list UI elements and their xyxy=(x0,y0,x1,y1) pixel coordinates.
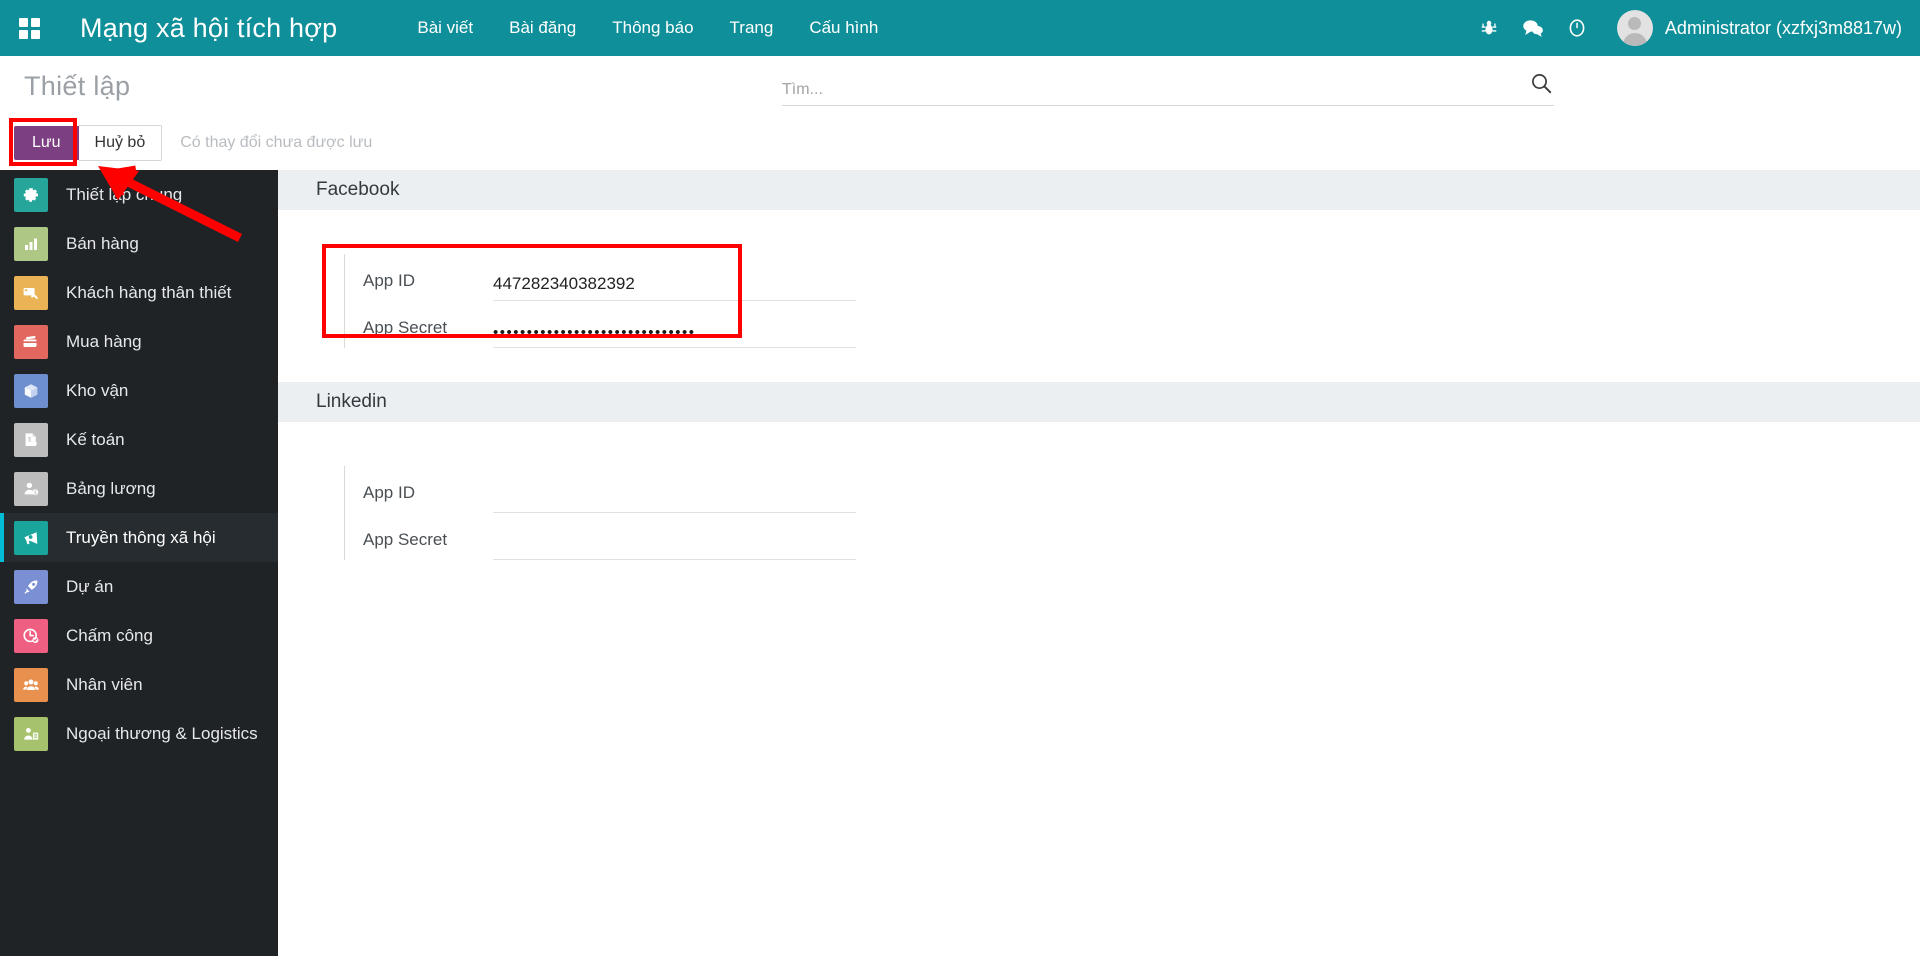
save-cancel-group: Lưu Huỷ bỏ xyxy=(14,125,163,161)
field-row-facebook-app-secret: App Secret •••••••••••••••••••••••••••••… xyxy=(344,301,856,348)
rocket-icon xyxy=(14,569,48,604)
masked-value: •••••••••••••••••••••••••••••• xyxy=(493,323,696,341)
sidebar-item-khach-hang-than-thiet[interactable]: Khách hàng thân thiết xyxy=(0,268,278,317)
sidebar-item-nhan-vien[interactable]: Nhân viên xyxy=(0,660,278,709)
sidebar-item-label: Bán hàng xyxy=(66,233,139,253)
sidebar: Thiết lập chung Bán hàng Khách hàng thân… xyxy=(0,170,278,956)
credit-card-icon xyxy=(14,324,48,359)
sidebar-item-label: Truyền thông xã hội xyxy=(66,527,216,547)
sidebar-item-thiet-lap-chung[interactable]: Thiết lập chung xyxy=(0,170,278,219)
worker-icon xyxy=(14,716,48,751)
save-button[interactable]: Lưu xyxy=(14,126,79,160)
sidebar-item-label: Ngoại thương & Logistics xyxy=(66,723,258,743)
sidebar-item-bang-luong[interactable]: $ Bảng lương xyxy=(0,464,278,513)
sidebar-item-label: Kế toán xyxy=(66,429,125,449)
cancel-button[interactable]: Huỷ bỏ xyxy=(78,125,163,161)
field-row-linkedin-app-id: App ID xyxy=(344,466,856,513)
main-navigation: Bài viết Bài đăng Thông báo Trang Cấu hì… xyxy=(399,0,896,56)
field-label: App Secret xyxy=(363,530,448,549)
page-title: Thiết lập xyxy=(24,70,131,101)
section-header-linkedin: Linkedin xyxy=(278,382,1920,422)
sidebar-item-label: Chấm công xyxy=(66,625,153,645)
sidebar-item-cham-cong[interactable]: Chấm công xyxy=(0,611,278,660)
sidebar-item-label: Kho vận xyxy=(66,380,129,400)
apps-grid-icon[interactable] xyxy=(0,0,58,56)
user-name-label: Administrator (xzfxj3m8817w) xyxy=(1664,17,1902,38)
people-icon xyxy=(14,667,48,702)
user-menu[interactable]: Administrator (xzfxj3m8817w) xyxy=(1616,10,1902,46)
sub-header: Thiết lập xyxy=(0,56,1920,116)
section-title: Facebook xyxy=(316,179,400,200)
sidebar-item-truyen-thong-xa-hoi[interactable]: Truyền thông xã hội xyxy=(0,513,278,562)
linkedin-fields: App ID App Secret xyxy=(278,422,1920,560)
sidebar-item-label: Khách hàng thân thiết xyxy=(66,282,232,302)
loyalty-card-icon xyxy=(14,275,48,310)
svg-text:$: $ xyxy=(34,490,37,496)
clock-icon[interactable] xyxy=(1555,0,1599,56)
facebook-app-secret-input[interactable]: •••••••••••••••••••••••••••••• xyxy=(493,318,856,348)
sidebar-item-label: Dự án xyxy=(66,576,114,596)
payroll-person-icon: $ xyxy=(14,471,48,506)
sidebar-item-mua-hang[interactable]: Mua hàng xyxy=(0,317,278,366)
sidebar-item-du-an[interactable]: Dự án xyxy=(0,562,278,611)
field-label: App ID xyxy=(363,483,415,502)
facebook-fields: App ID 447282340382392 App Secret ••••••… xyxy=(278,210,1920,348)
nav-bai-viet[interactable]: Bài viết xyxy=(399,0,491,56)
field-label: App Secret xyxy=(363,318,448,337)
section-title: Linkedin xyxy=(316,391,387,412)
chat-bubble-icon[interactable] xyxy=(1511,0,1555,56)
nav-bai-dang[interactable]: Bài đăng xyxy=(491,0,594,56)
sidebar-item-ke-toan[interactable]: $ Kế toán xyxy=(0,415,278,464)
sidebar-item-ban-hang[interactable]: Bán hàng xyxy=(0,219,278,268)
gear-icon xyxy=(14,177,48,212)
bug-icon[interactable] xyxy=(1467,0,1511,56)
header-actions: Administrator (xzfxj3m8817w) xyxy=(1467,0,1920,56)
clock-check-icon xyxy=(14,618,48,653)
linkedin-app-secret-input[interactable] xyxy=(493,530,856,560)
invoice-icon: $ xyxy=(14,422,48,457)
megaphone-icon xyxy=(14,520,48,555)
sidebar-item-label: Mua hàng xyxy=(66,331,142,351)
field-label: App ID xyxy=(363,271,415,290)
sidebar-item-label: Thiết lập chung xyxy=(66,184,183,204)
avatar xyxy=(1616,10,1653,46)
nav-cau-hinh[interactable]: Cấu hình xyxy=(791,0,896,56)
nav-trang[interactable]: Trang xyxy=(712,0,792,56)
search-icon[interactable] xyxy=(1524,72,1554,99)
search-input[interactable] xyxy=(782,81,1524,99)
sidebar-item-label: Bảng lương xyxy=(66,478,156,498)
brand-title: Mạng xã hội tích hợp xyxy=(80,12,338,43)
form-toolbar: Lưu Huỷ bỏ Có thay đổi chưa được lưu xyxy=(0,116,1920,170)
nav-thong-bao[interactable]: Thông báo xyxy=(594,0,711,56)
sidebar-item-ngoai-thuong-logistics[interactable]: Ngoại thương & Logistics xyxy=(0,709,278,758)
bar-chart-icon xyxy=(14,226,48,261)
settings-content: Facebook App ID 447282340382392 App Secr… xyxy=(278,170,1920,956)
section-header-facebook: Facebook xyxy=(278,170,1920,210)
sidebar-item-label: Nhân viên xyxy=(66,674,143,694)
linkedin-app-id-input[interactable] xyxy=(493,483,856,513)
field-row-facebook-app-id: App ID 447282340382392 xyxy=(344,254,856,301)
sidebar-item-kho-van[interactable]: Kho vận xyxy=(0,366,278,415)
unsaved-changes-message: Có thay đổi chưa được lưu xyxy=(180,134,373,151)
facebook-app-id-input[interactable]: 447282340382392 xyxy=(493,271,856,301)
top-header: Mạng xã hội tích hợp Bài viết Bài đăng T… xyxy=(0,0,1920,56)
search-bar xyxy=(782,72,1554,106)
box-icon xyxy=(14,373,48,408)
page-body: Thiết lập chung Bán hàng Khách hàng thân… xyxy=(0,170,1920,956)
field-row-linkedin-app-secret: App Secret xyxy=(344,513,856,560)
